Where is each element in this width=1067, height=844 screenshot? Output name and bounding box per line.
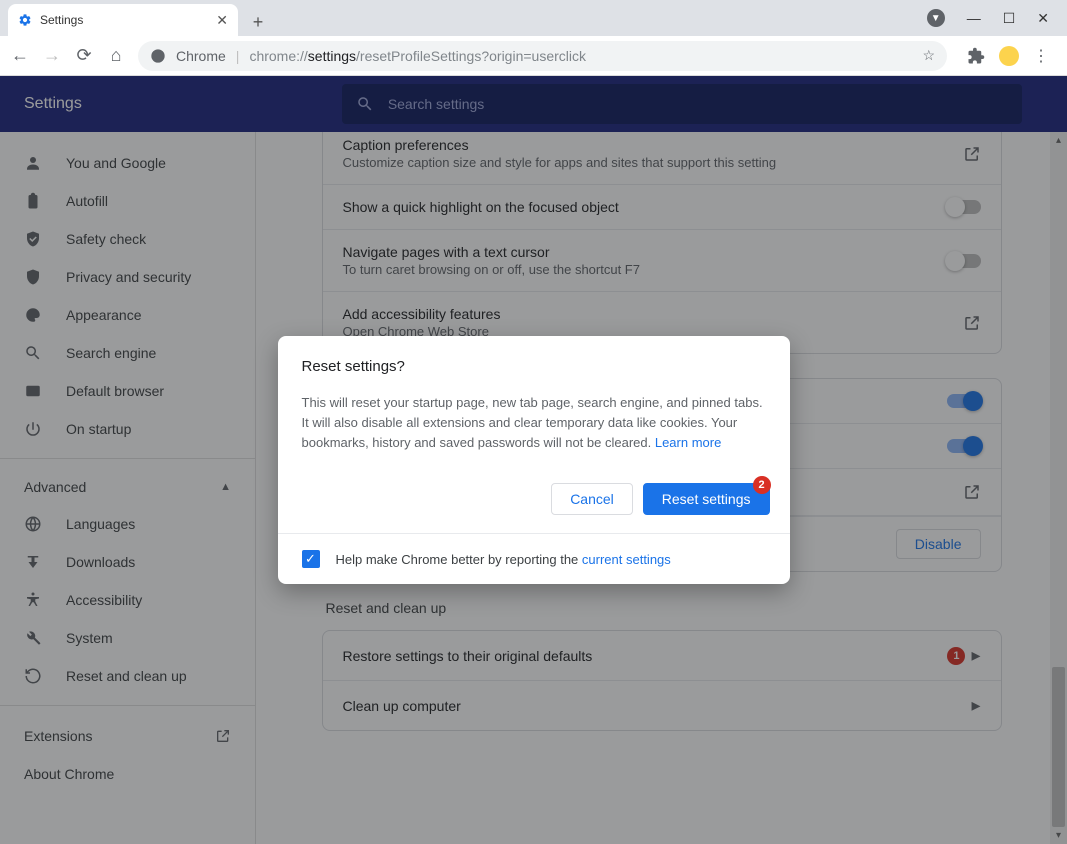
learn-more-link[interactable]: Learn more: [655, 435, 721, 450]
reset-settings-dialog: Reset settings? This will reset your sta…: [278, 336, 790, 584]
profile-icon[interactable]: ▼: [927, 9, 945, 27]
browser-menu-icon[interactable]: ⋮: [1033, 46, 1049, 66]
dialog-description: This will reset your startup page, new t…: [302, 393, 766, 453]
minimize-button[interactable]: —: [967, 10, 981, 26]
extension-avatar-icon[interactable]: [999, 46, 1019, 66]
cancel-button[interactable]: Cancel: [551, 483, 633, 515]
browser-titlebar: Settings ✕ + ▼ — ☐ ✕: [0, 0, 1067, 36]
home-button[interactable]: ⌂: [106, 45, 126, 66]
browser-toolbar: ← → ⟳ ⌂ Chrome | chrome://settings/reset…: [0, 36, 1067, 76]
omnibox[interactable]: Chrome | chrome://settings/resetProfileS…: [138, 41, 947, 71]
tab-close-icon[interactable]: ✕: [216, 12, 228, 29]
reload-button[interactable]: ⟳: [74, 45, 94, 66]
settings-gear-icon: [18, 13, 32, 27]
extensions-icon[interactable]: [967, 47, 985, 65]
omnibox-url: chrome://settings/resetProfileSettings?o…: [249, 48, 586, 64]
window-controls: ▼ — ☐ ✕: [927, 0, 1067, 36]
omnibox-label: Chrome: [176, 48, 226, 64]
tab-title: Settings: [40, 13, 83, 27]
dialog-footer-text: Help make Chrome better by reporting the…: [336, 552, 671, 567]
report-settings-checkbox[interactable]: ✓: [302, 550, 320, 568]
reset-settings-button[interactable]: Reset settings 2: [643, 483, 770, 515]
back-button[interactable]: ←: [10, 45, 30, 66]
close-window-button[interactable]: ✕: [1037, 10, 1049, 27]
forward-button[interactable]: →: [42, 45, 62, 66]
bookmark-star-icon[interactable]: ☆: [922, 47, 935, 64]
site-info-icon[interactable]: [150, 48, 166, 64]
current-settings-link[interactable]: current settings: [582, 552, 671, 567]
maximize-button[interactable]: ☐: [1003, 10, 1016, 27]
modal-overlay[interactable]: Reset settings? This will reset your sta…: [0, 76, 1067, 844]
browser-tab[interactable]: Settings ✕: [8, 4, 238, 36]
dialog-title: Reset settings?: [302, 358, 766, 375]
new-tab-button[interactable]: +: [244, 8, 272, 36]
step-badge-2: 2: [753, 476, 771, 494]
